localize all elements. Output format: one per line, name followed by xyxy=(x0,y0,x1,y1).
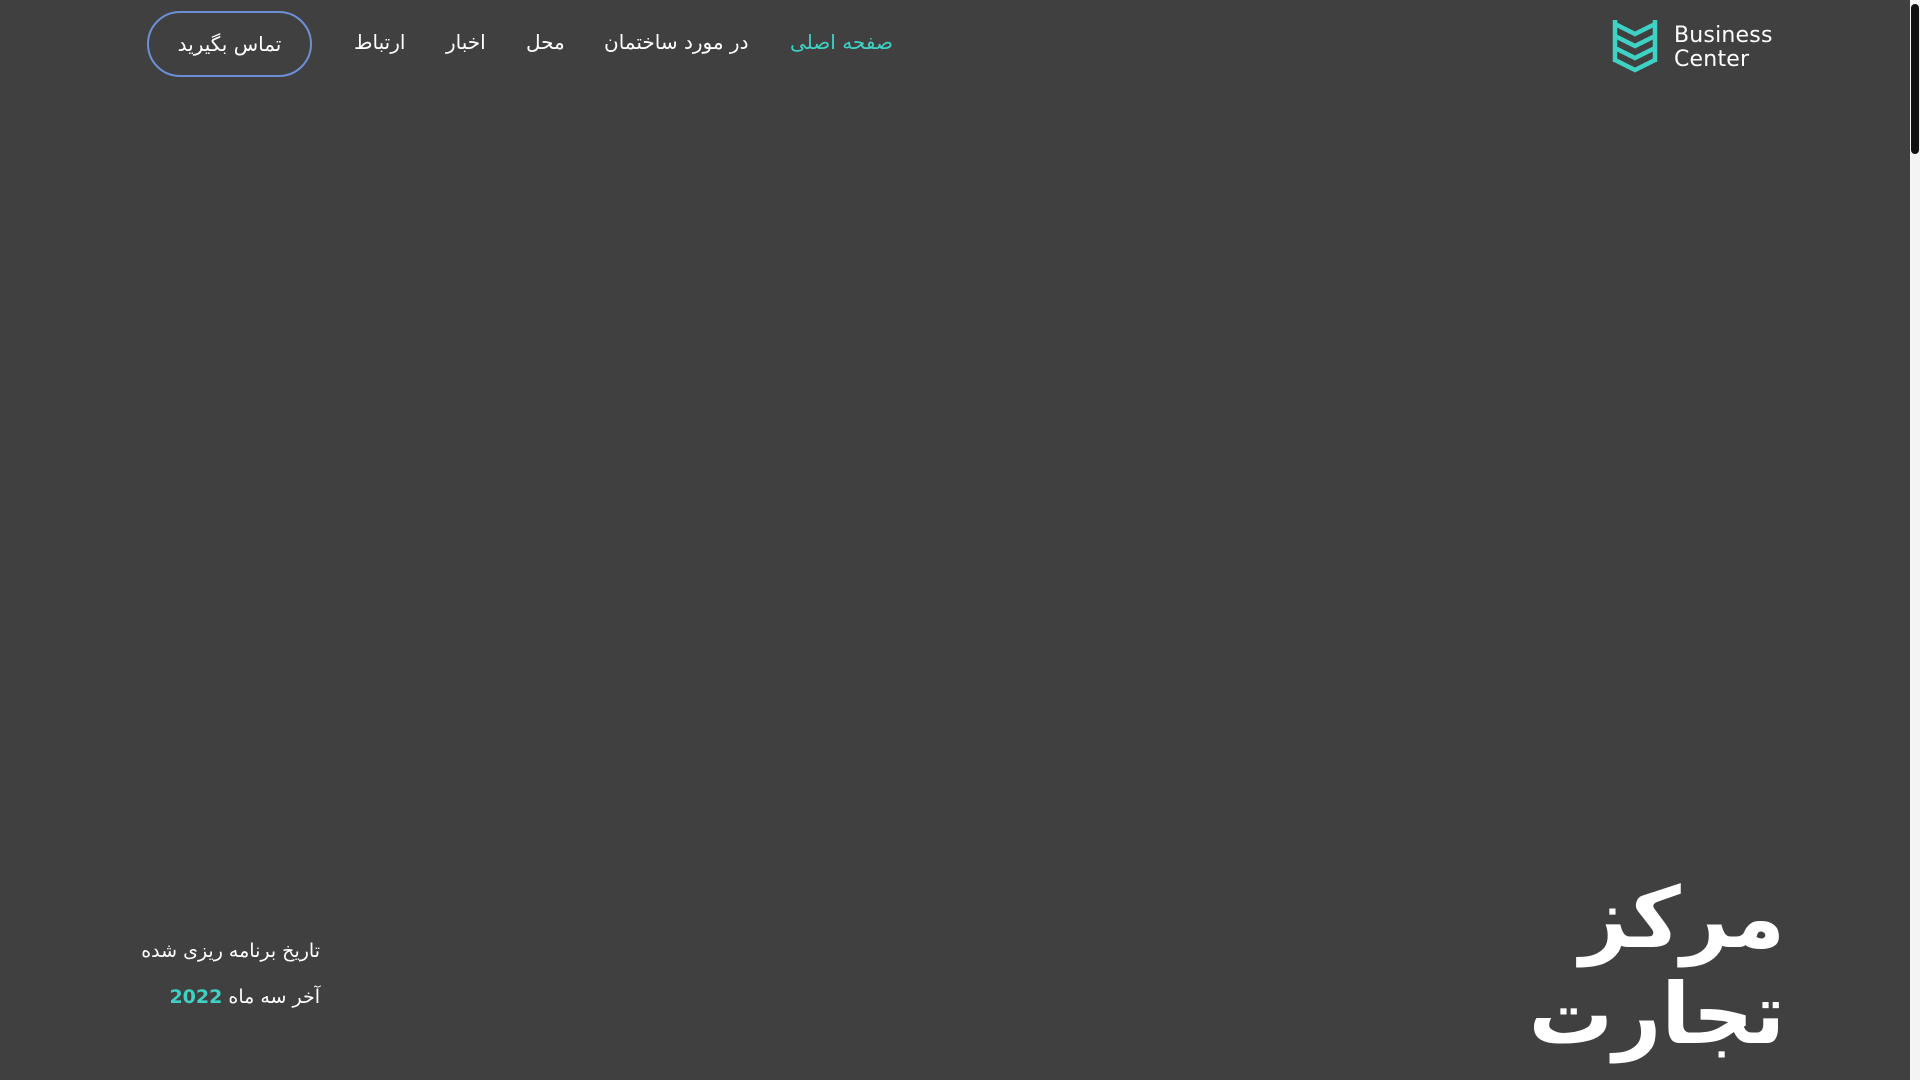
scrollbar-thumb[interactable] xyxy=(1911,4,1919,154)
schedule-date-text: آخر سه ماه xyxy=(228,986,320,1008)
logo-line2: Center xyxy=(1674,47,1750,72)
schedule-year: 2022 xyxy=(169,986,223,1008)
schedule-label: تاریخ برنامه ریزی شده xyxy=(141,940,320,962)
hero-title: مرکز تجارت xyxy=(1529,870,1785,1062)
contact-button[interactable]: تماس بگیرید xyxy=(147,11,312,77)
schedule-date: آخر سه ماه 2022 xyxy=(120,986,320,1008)
business-center-logo[interactable]: Business Center xyxy=(1612,16,1777,80)
stacked-chevrons-logo-icon xyxy=(1612,20,1658,73)
hero-title-line2: تجارت xyxy=(1528,965,1785,1063)
logo-line1: Business xyxy=(1674,23,1773,48)
nav-about-building[interactable]: در مورد ساختمان xyxy=(604,30,748,54)
vertical-scrollbar[interactable] xyxy=(1910,0,1920,1080)
page: Business Center صفحه اصلی در مورد ساختما… xyxy=(0,0,1920,1080)
nav-location[interactable]: محل xyxy=(526,30,565,54)
schedule-info: تاریخ برنامه ریزی شده آخر سه ماه 2022 xyxy=(120,940,320,1008)
logo-text: Business Center xyxy=(1674,24,1773,72)
nav-news[interactable]: اخبار xyxy=(446,30,486,54)
nav-communication[interactable]: ارتباط xyxy=(354,30,405,54)
nav-home[interactable]: صفحه اصلی xyxy=(790,30,893,54)
hero-title-line1: مرکز xyxy=(1579,869,1785,967)
